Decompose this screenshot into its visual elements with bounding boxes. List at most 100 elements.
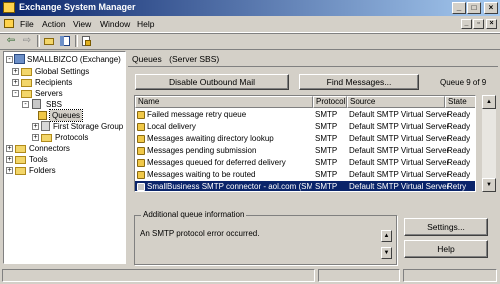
table-row[interactable]: Messages pending submission SMTP Default… [135, 145, 475, 157]
find-messages-button[interactable]: Find Messages... [299, 74, 419, 90]
row-source: Default SMTP Virtual Server [349, 182, 450, 191]
row-protocol: SMTP [315, 110, 338, 119]
toolbar: ⇦ ⇨ [0, 33, 500, 50]
row-name: Messages queued for deferred delivery [147, 158, 286, 167]
collapse-icon[interactable]: - [22, 101, 29, 108]
row-protocol: SMTP [315, 158, 338, 167]
mdi-minimize-button[interactable]: _ [461, 19, 472, 29]
mdi-restore-button[interactable]: ▫ [473, 19, 484, 29]
expand-icon[interactable]: + [6, 156, 13, 163]
info-scroll-up-icon[interactable]: ▲ [381, 230, 392, 242]
divider [128, 66, 498, 67]
table-row-selected[interactable]: SmallBusiness SMTP connector - aol.com (… [135, 181, 475, 191]
vertical-scrollbar[interactable]: ▲ ▼ [482, 95, 496, 192]
tree-node-label: Folders [29, 166, 56, 175]
expand-icon[interactable]: + [6, 145, 13, 152]
up-folder-icon[interactable] [43, 35, 55, 47]
close-button[interactable]: × [484, 2, 498, 14]
table-row[interactable]: Failed message retry queue SMTP Default … [135, 109, 475, 121]
menu-file[interactable]: File [20, 19, 34, 29]
tree-node-label: Tools [29, 155, 48, 164]
forward-icon[interactable]: ⇨ [21, 35, 33, 47]
additional-info-text: An SMTP protocol error occurred. [140, 229, 260, 238]
folder-icon [21, 79, 32, 87]
row-name: Local delivery [147, 122, 196, 131]
row-name: Messages waiting to be routed [147, 170, 256, 179]
queue-list: Name Protocol Source State Failed messag… [134, 95, 476, 192]
status-panel [2, 269, 315, 282]
row-state: Ready [447, 170, 471, 179]
row-state: Ready [447, 134, 471, 143]
row-name: Messages pending submission [147, 146, 257, 155]
queue-icon [137, 171, 145, 179]
server-icon [32, 99, 41, 109]
row-protocol: SMTP [315, 122, 338, 131]
settings-button[interactable]: Settings... [404, 218, 488, 236]
properties-icon[interactable] [80, 35, 92, 47]
expand-icon[interactable]: + [32, 123, 39, 130]
tree-node-label: SMALLBIZCO (Exchange) [27, 55, 121, 64]
column-header-source[interactable]: Source [347, 96, 445, 108]
exchange-app-icon [3, 2, 15, 13]
row-protocol: SMTP [315, 170, 338, 179]
row-state: Ready [447, 158, 471, 167]
document-menu-icon[interactable] [4, 19, 14, 28]
row-state: Ready [447, 122, 471, 131]
menu-window[interactable]: Window [100, 19, 130, 29]
tree-node-label: Global Settings [35, 67, 90, 76]
tree-node-label: Servers [35, 89, 63, 98]
collapse-icon[interactable]: - [12, 90, 19, 97]
scroll-down-icon[interactable]: ▼ [482, 178, 496, 192]
row-name: Messages awaiting directory lookup [147, 134, 274, 143]
row-source: Default SMTP Virtual Server [349, 170, 450, 179]
show-hide-tree-icon[interactable] [59, 35, 71, 47]
additional-info-legend: Additional queue information [141, 210, 247, 219]
info-scroll-down-icon[interactable]: ▼ [381, 247, 392, 259]
status-panel [318, 269, 400, 282]
folder-icon [21, 68, 32, 76]
maximize-button[interactable]: □ [467, 2, 481, 14]
menu-view[interactable]: View [73, 19, 91, 29]
scroll-up-icon[interactable]: ▲ [482, 95, 496, 109]
folder-icon [21, 90, 32, 98]
column-header-name[interactable]: Name [135, 96, 313, 108]
column-header-state[interactable]: State [445, 96, 475, 108]
expand-icon[interactable]: + [32, 134, 39, 141]
mdi-close-button[interactable]: × [486, 19, 497, 29]
row-protocol: SMTP [315, 134, 338, 143]
row-name: SmallBusiness SMTP connector - aol.com (… [147, 182, 312, 191]
table-row[interactable]: Messages queued for deferred delivery SM… [135, 157, 475, 169]
queue-icon [137, 159, 145, 167]
expand-icon[interactable]: + [6, 167, 13, 174]
queue-icon [137, 135, 145, 143]
row-protocol: SMTP [315, 182, 338, 191]
pane-title: Queues [132, 54, 162, 64]
help-button[interactable]: Help [404, 240, 488, 258]
window-title: Exchange System Manager [19, 2, 136, 12]
pane-server: (Server SBS) [169, 54, 220, 64]
disable-outbound-mail-button[interactable]: Disable Outbound Mail [135, 74, 289, 90]
folder-icon [41, 134, 52, 142]
collapse-icon[interactable]: - [6, 56, 13, 63]
expand-icon[interactable]: + [12, 68, 19, 75]
queue-icon [38, 111, 47, 120]
row-protocol: SMTP [315, 146, 338, 155]
tree-node-label: SBS [46, 100, 63, 109]
expand-icon[interactable]: + [12, 79, 19, 86]
menu-action[interactable]: Action [42, 19, 66, 29]
menu-bar: File Action View Window Help _ ▫ × [0, 16, 500, 33]
table-row[interactable]: Local delivery SMTP Default SMTP Virtual… [135, 121, 475, 133]
tree-node-label: Recipients [35, 78, 73, 87]
folder-icon [15, 156, 26, 164]
folder-icon [15, 145, 26, 153]
table-row[interactable]: Messages waiting to be routed SMTP Defau… [135, 169, 475, 181]
queue-icon [137, 147, 145, 155]
menu-help[interactable]: Help [137, 19, 154, 29]
column-header-protocol[interactable]: Protocol [313, 96, 347, 108]
minimize-button[interactable]: _ [452, 2, 466, 14]
table-row[interactable]: Messages awaiting directory lookup SMTP … [135, 133, 475, 145]
row-source: Default SMTP Virtual Server [349, 134, 450, 143]
queue-icon [137, 123, 145, 131]
connector-queue-icon [137, 183, 145, 191]
back-icon[interactable]: ⇦ [5, 35, 17, 47]
